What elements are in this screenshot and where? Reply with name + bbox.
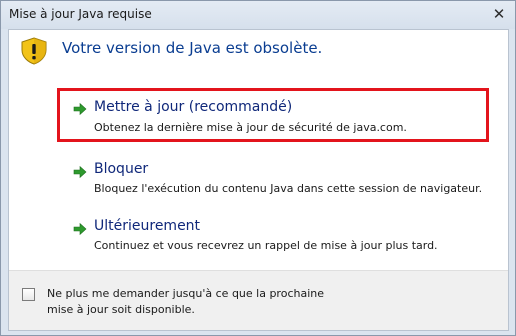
header-message: Votre version de Java est obsolète. — [62, 39, 323, 57]
close-icon[interactable]: ✕ — [489, 4, 509, 24]
option-title: Mettre à jour (recommandé) — [94, 99, 293, 115]
dialog-body: Votre version de Java est obsolète. Mett… — [8, 29, 509, 331]
option-description: Continuez et vous recevrez un rappel de … — [94, 239, 438, 252]
dialog-header: Votre version de Java est obsolète. — [9, 30, 508, 70]
java-update-dialog: Mise à jour Java requise ✕ Votre version… — [0, 0, 516, 336]
dialog-footer: Ne plus me demander jusqu'à ce que la pr… — [9, 270, 508, 330]
option-description: Bloquez l'exécution du contenu Java dans… — [94, 182, 483, 195]
option-later[interactable]: Ultérieurement Continuez et vous recevre… — [57, 212, 489, 266]
dont-ask-again-checkbox[interactable] — [22, 288, 35, 301]
green-arrow-icon — [73, 222, 87, 236]
green-arrow-icon — [73, 102, 87, 116]
option-block[interactable]: Bloquer Bloquez l'exécution du contenu J… — [57, 155, 489, 209]
option-description: Obtenez la dernière mise à jour de sécur… — [94, 121, 407, 134]
option-update-recommended[interactable]: Mettre à jour (recommandé) Obtenez la de… — [57, 88, 489, 142]
checkbox-label-line: Ne plus me demander jusqu'à ce que la pr… — [47, 287, 325, 300]
option-title: Ultérieurement — [94, 218, 201, 234]
warning-shield-icon — [21, 37, 47, 65]
dont-ask-again-label[interactable]: Ne plus me demander jusqu'à ce que la pr… — [47, 286, 347, 318]
option-title: Bloquer — [94, 161, 149, 177]
title-bar[interactable]: Mise à jour Java requise ✕ — [1, 1, 515, 29]
window-title: Mise à jour Java requise — [9, 7, 152, 21]
green-arrow-icon — [73, 165, 87, 179]
checkbox-label-line: mise à jour soit disponible. — [47, 303, 195, 316]
